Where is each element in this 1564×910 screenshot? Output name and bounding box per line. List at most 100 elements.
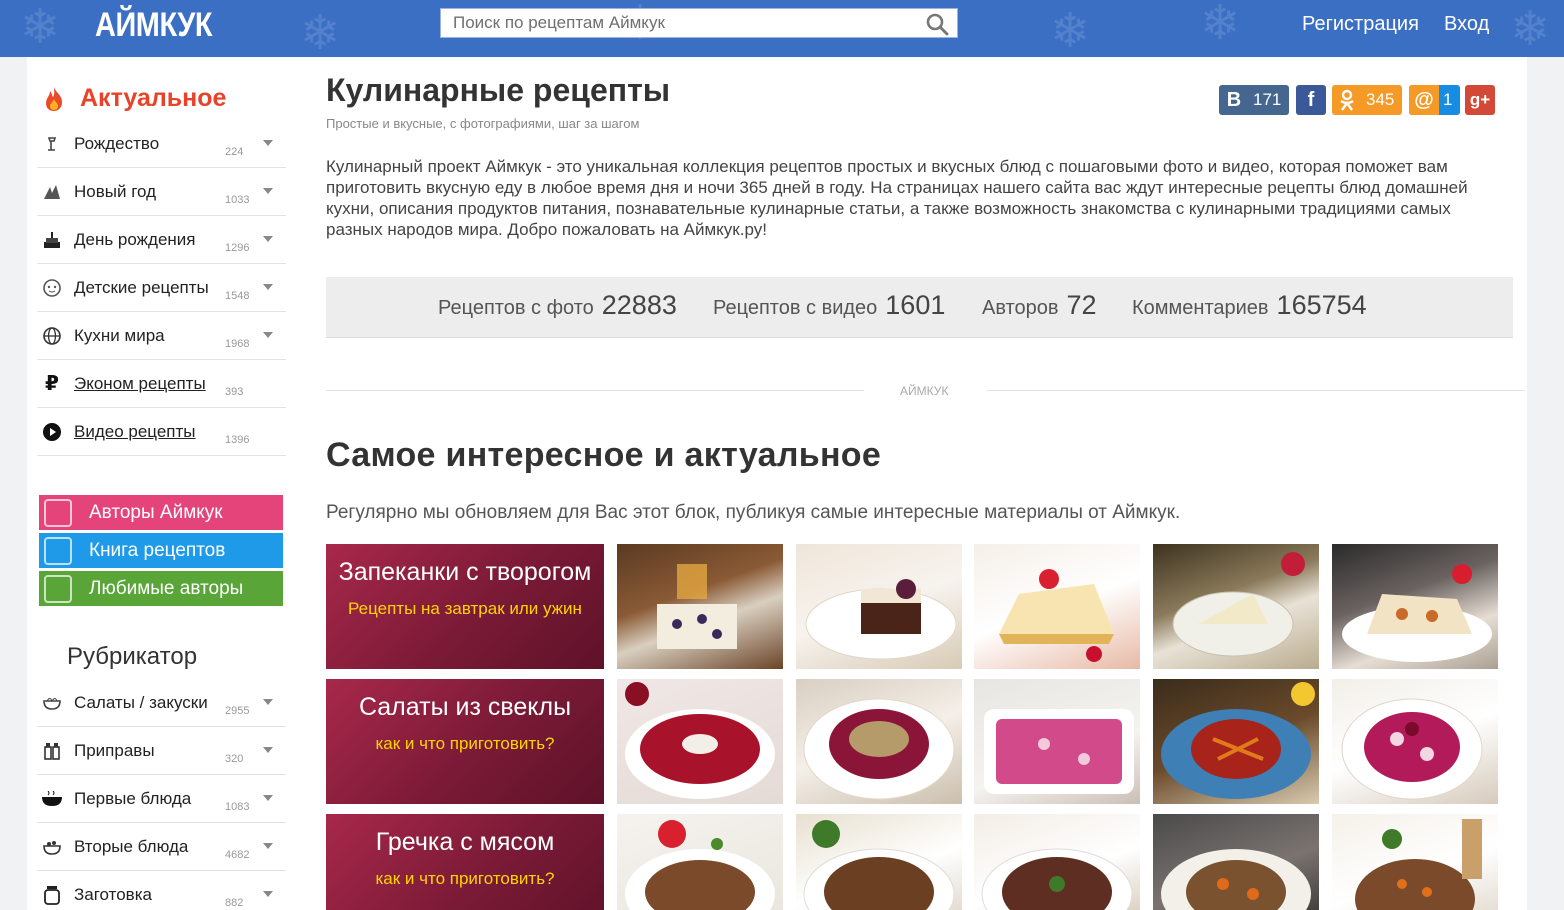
recipe-photo[interactable] — [796, 544, 962, 669]
stat-authors: Авторов 72 — [982, 290, 1097, 320]
recipe-photo[interactable] — [617, 679, 783, 804]
rubric-item-preserves[interactable]: Заготовка 882 — [37, 871, 286, 910]
top-bar: ❄ ❄ ❄ ❄ ❄ ❄ АЙМКУК Регистрация Вход — [0, 0, 1564, 57]
menu-item-label[interactable]: Эконом рецепты — [74, 374, 206, 394]
facebook-icon: f — [1307, 88, 1315, 111]
authors-button[interactable]: Авторы Аймкук — [39, 495, 283, 530]
chevron-down-icon[interactable] — [263, 794, 273, 802]
menu-item-count: 2955 — [225, 705, 250, 717]
menu-item-economy[interactable]: ₽ Эконом рецепты 393 — [37, 360, 286, 408]
recipe-photo[interactable] — [1332, 679, 1498, 804]
login-link[interactable]: Вход — [1444, 13, 1489, 36]
rubric-item-spices[interactable]: Приправы 320 — [37, 727, 286, 775]
share-vk-button[interactable]: B 171 — [1219, 85, 1290, 115]
menu-item-label: Первые блюда — [74, 788, 192, 808]
site-logo[interactable]: АЙМКУК — [95, 6, 213, 45]
chevron-down-icon[interactable] — [263, 842, 273, 850]
menu-item-label: Вторые блюда — [74, 836, 189, 856]
chevron-down-icon[interactable] — [263, 890, 273, 898]
chevron-down-icon[interactable] — [263, 187, 273, 195]
chevron-down-icon[interactable] — [263, 698, 273, 706]
recipe-photo[interactable] — [1153, 814, 1319, 910]
chevron-down-icon[interactable] — [263, 235, 273, 243]
snowflake-decoration: ❄ — [300, 7, 341, 58]
search-input[interactable] — [441, 9, 911, 37]
recipe-photo[interactable] — [974, 544, 1140, 669]
menu-item-birthday[interactable]: День рождения 1296 — [37, 216, 286, 264]
recipe-photo[interactable] — [617, 544, 783, 669]
menu-item-video[interactable]: Видео рецепты 1396 — [37, 408, 286, 456]
menu-item-label: Рождество — [74, 133, 160, 153]
collection-card[interactable]: Гречка с мясом как и что приготовить? — [326, 814, 604, 910]
menu-item-label: День рождения — [74, 229, 196, 249]
favorite-authors-button-label: Любимые авторы — [89, 577, 244, 599]
vk-icon: B — [1226, 88, 1242, 111]
stat-video-recipes: Рецептов с видео 1601 — [713, 290, 946, 320]
globe-icon — [41, 325, 63, 347]
collection-card[interactable]: Запеканки с творогом Рецепты на завтрак … — [326, 544, 604, 669]
actual-title: Актуальное — [80, 84, 227, 112]
recipe-photo[interactable] — [796, 679, 962, 804]
recipe-photo[interactable] — [617, 814, 783, 910]
collection-title: Салаты из свеклы — [358, 693, 572, 721]
chef-hat-icon — [44, 498, 72, 527]
collection-subtitle: как и что приготовить? — [375, 734, 555, 753]
menu-item-count: 224 — [225, 146, 244, 158]
share-ok-button[interactable]: 345 — [1332, 85, 1403, 115]
rubric-item-main-dishes[interactable]: Вторые блюда 4682 — [37, 823, 286, 871]
snowflake-decoration: ❄ — [1050, 5, 1091, 57]
recipe-photo[interactable] — [796, 814, 962, 910]
chevron-down-icon[interactable] — [263, 746, 273, 754]
menu-item-count: 320 — [225, 753, 244, 765]
background-pattern-left — [0, 57, 27, 910]
recipe-photo[interactable] — [1153, 544, 1319, 669]
share-facebook-button[interactable]: f — [1296, 85, 1326, 115]
share-mailru-button[interactable]: @ 1 — [1409, 85, 1461, 115]
snowflake-decoration: ❄ — [1200, 0, 1241, 50]
rubric-item-soups[interactable]: Первые блюда 1083 — [37, 775, 286, 823]
recipe-photo[interactable] — [1332, 544, 1498, 669]
page-title: Кулинарные рецепты — [326, 72, 671, 108]
menu-item-count: 393 — [225, 386, 244, 398]
menu-item-christmas[interactable]: Рождество 224 — [37, 120, 286, 168]
menu-item-label: Салаты / закуски — [74, 692, 208, 712]
jar-icon — [41, 884, 63, 906]
birthday-cake-icon — [41, 229, 63, 251]
menu-item-label: Заготовка — [74, 884, 152, 904]
recipe-photo[interactable] — [974, 814, 1140, 910]
stats-bar: Рецептов с фото 22883 Рецептов с видео 160… — [326, 277, 1513, 338]
stat-comments: Комментариев 165754 — [1132, 290, 1367, 320]
rubric-item-salads[interactable]: Салаты / закуски 2955 — [37, 679, 286, 727]
search-icon[interactable] — [925, 12, 949, 36]
background-pattern-right — [1527, 57, 1564, 910]
collection-card[interactable]: Салаты из свеклы как и что приготовить? — [326, 679, 604, 804]
soup-icon — [41, 788, 63, 810]
mail-at-icon: @ — [1409, 85, 1439, 115]
salad-icon — [41, 692, 63, 714]
recipe-photo[interactable] — [974, 679, 1140, 804]
menu-item-kids[interactable]: Детские рецепты 1548 — [37, 264, 286, 312]
chevron-down-icon[interactable] — [263, 139, 273, 147]
menu-item-count: 1968 — [225, 338, 250, 350]
menu-item-label[interactable]: Видео рецепты — [74, 422, 196, 442]
collection-row-beet-salads: Салаты из свеклы как и что приготовить? — [326, 679, 1498, 804]
menu-item-new-year[interactable]: Новый год 1033 — [37, 168, 286, 216]
menu-item-world-cuisine[interactable]: Кухни мира 1968 — [37, 312, 286, 360]
recipe-book-button[interactable]: Книга рецептов — [39, 533, 283, 568]
divider-left — [326, 390, 864, 391]
chevron-down-icon[interactable] — [263, 283, 273, 291]
menu-item-count: 4682 — [225, 849, 250, 861]
chevron-down-icon[interactable] — [263, 331, 273, 339]
share-count: 345 — [1366, 90, 1395, 109]
collection-title: Гречка с мясом — [375, 828, 555, 856]
actual-heading[interactable]: Актуальное — [42, 84, 226, 113]
recipe-photo[interactable] — [1153, 679, 1319, 804]
register-link[interactable]: Регистрация — [1302, 13, 1419, 36]
share-googleplus-button[interactable]: g+ — [1465, 85, 1495, 115]
menu-item-count: 1033 — [225, 194, 250, 206]
favorite-authors-button[interactable]: Любимые авторы — [39, 571, 283, 606]
recipe-photo[interactable] — [1332, 814, 1498, 910]
menu-item-count: 882 — [225, 897, 244, 909]
actual-menu: Рождество 224 Новый год 1033 День рожден… — [37, 120, 286, 456]
menu-item-count: 1548 — [225, 290, 250, 302]
